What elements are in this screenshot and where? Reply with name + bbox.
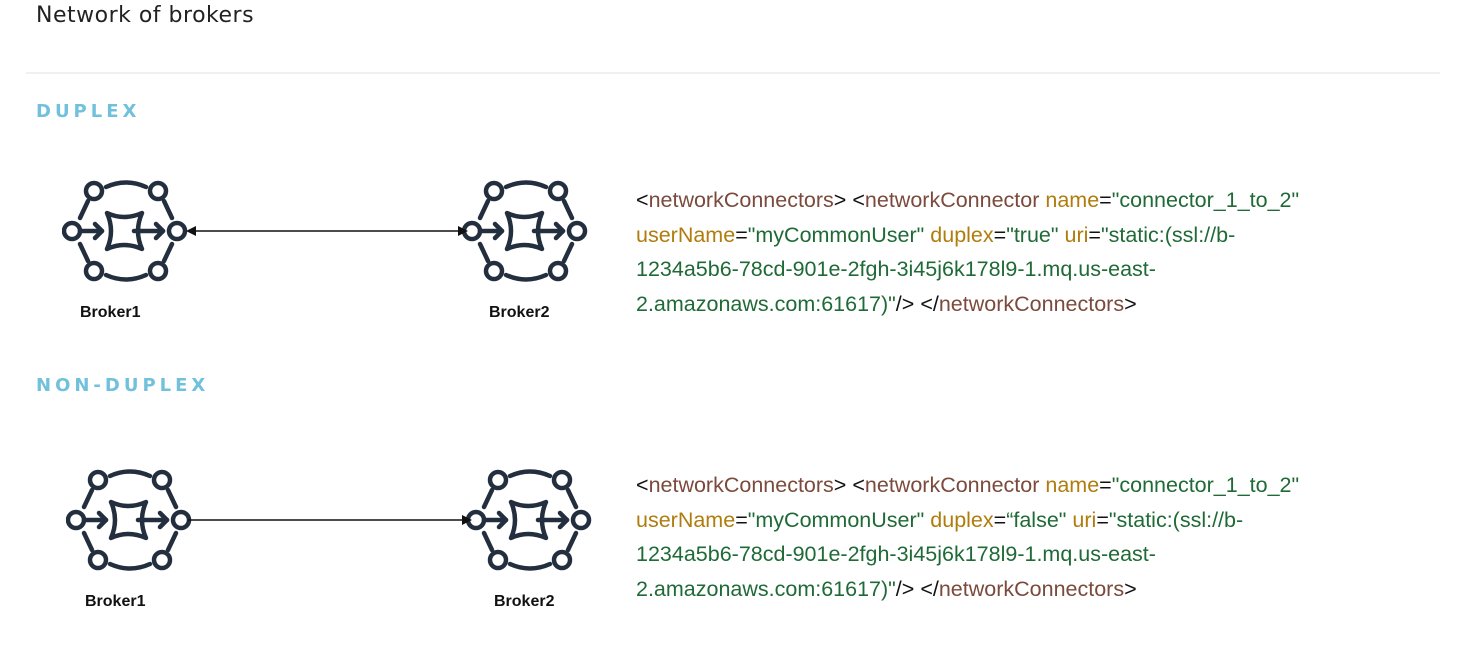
broker-icon: [62, 178, 192, 288]
code-token-open-outer: <networkConnectors>: [636, 188, 847, 212]
code-token-val-name: "connector_1_to_2": [1111, 188, 1300, 212]
code-token-attr-name: name: [1045, 188, 1100, 212]
code-token-attr-duplex: duplex: [930, 507, 994, 532]
code-token-eq: =: [1099, 188, 1112, 212]
code-token-gt: >: [1124, 576, 1137, 601]
broker-label: Broker2: [494, 593, 555, 610]
code-token-attr-uri: uri: [1064, 222, 1089, 247]
code-token-attr-uri: uri: [1072, 507, 1097, 532]
code-token-val-duplex: “false": [1006, 507, 1067, 532]
code-token-val-user: "myCommonUser": [747, 222, 925, 247]
code-token-attr-user: userName: [636, 222, 736, 247]
broker-label: Broker2: [489, 304, 550, 321]
broker-icon: [66, 467, 196, 577]
code-token-attr-user: userName: [636, 507, 736, 532]
code-snippet-non-duplex: <networkConnectors> <networkConnector na…: [636, 468, 1466, 606]
code-token-val-duplex: "true": [1006, 222, 1059, 247]
code-token-val-user: "myCommonUser": [747, 507, 925, 532]
code-token-attr-duplex: duplex: [930, 222, 994, 247]
code-token-val-uri-3: 2.amazonaws.com:61617)": [636, 291, 896, 316]
code-token-val-uri-2: 1234a5b6-78cd-901e-2fgh-3i45j6k178l9-1.m…: [636, 542, 1156, 566]
broker-icon: [466, 467, 596, 577]
section-heading-duplex: DUPLEX: [36, 101, 141, 122]
divider: [26, 72, 1440, 74]
code-token-eq: =: [993, 507, 1007, 532]
code-token-tag: networkConnector: [864, 473, 1040, 497]
section-heading-non-duplex: NON-DUPLEX: [36, 375, 210, 396]
code-token-open-tag-lt: <: [852, 473, 865, 497]
code-token-gt: >: [1124, 291, 1137, 316]
code-token-val-uri-2: 1234a5b6-78cd-901e-2fgh-3i45j6k178l9-1.m…: [636, 257, 1156, 281]
broker-icon: [462, 178, 592, 288]
code-token-close-tag: networkConnectors: [938, 576, 1125, 601]
page-title: Network of brokers: [36, 3, 255, 28]
code-token-val-uri-1: "static:(ssl://b-: [1100, 222, 1236, 247]
code-token-val-uri-1: "static:(ssl://b-: [1108, 507, 1244, 532]
broker-label: Broker1: [80, 304, 141, 321]
code-token-eq: =: [735, 222, 748, 247]
code-token-close-lt: </: [920, 291, 939, 316]
code-token-eq: =: [993, 222, 1007, 247]
broker-label: Broker1: [85, 593, 146, 610]
code-token-eq: =: [1096, 507, 1109, 532]
code-token-open-outer: <networkConnectors>: [636, 473, 847, 497]
one-way-arrow: [188, 515, 472, 525]
code-token-eq: =: [1099, 473, 1112, 497]
code-token-val-name: "connector_1_to_2": [1111, 473, 1300, 497]
code-token-close-lt: </: [920, 576, 939, 601]
code-token-tag: networkConnector: [864, 188, 1040, 212]
code-token-val-uri-3: 2.amazonaws.com:61617)": [636, 576, 896, 601]
code-token-close-tag: networkConnectors: [938, 291, 1125, 316]
code-token-open-tag-lt: <: [852, 188, 865, 212]
code-token-attr-name: name: [1045, 473, 1100, 497]
code-token-self-close: />: [895, 291, 915, 316]
code-token-eq: =: [735, 507, 748, 532]
bidirectional-arrow: [186, 226, 468, 236]
code-token-eq: =: [1088, 222, 1101, 247]
code-snippet-duplex: <networkConnectors> <networkConnector na…: [636, 183, 1466, 321]
code-token-self-close: />: [895, 576, 915, 601]
